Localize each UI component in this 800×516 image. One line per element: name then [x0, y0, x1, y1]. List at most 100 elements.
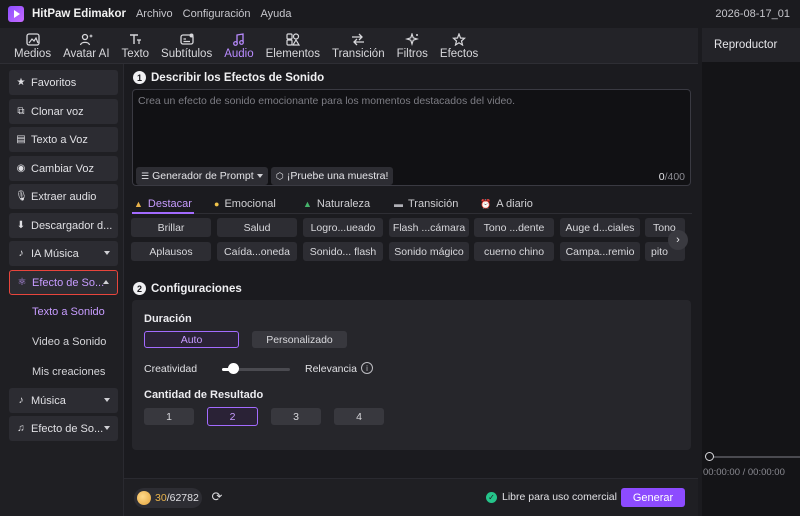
sound-chip[interactable]: Sonido... flash	[303, 242, 383, 261]
menu-ayuda[interactable]: Ayuda	[261, 8, 292, 20]
sidebar-item-texto-a-voz[interactable]: ▤ Texto a Voz	[9, 127, 118, 152]
tab-audio[interactable]: Audio	[218, 28, 259, 64]
player-progress-track[interactable]	[708, 456, 800, 458]
star-icon: ★	[16, 77, 26, 88]
subtitles-icon	[178, 33, 196, 47]
menu-configuracion[interactable]: Configuración	[183, 8, 251, 20]
category-tab-naturaleza[interactable]: ▲ Naturaleza	[303, 194, 370, 214]
description-textarea[interactable]: Crea un efecto de sonido emocionante par…	[132, 89, 691, 186]
slider-knob[interactable]	[228, 363, 239, 374]
sound-chip[interactable]: cuerno chino	[474, 242, 554, 261]
section-config-title: 2 Configuraciones	[133, 282, 242, 295]
sound-chip[interactable]: Salud	[217, 218, 297, 237]
app-name: HitPaw Edimakor	[32, 8, 126, 20]
change-voice-icon: ◉	[16, 163, 26, 174]
sidebar-subitem-video-a-sonido[interactable]: Video a Sonido	[32, 336, 106, 348]
sound-chip[interactable]: Campa...remio	[560, 242, 640, 261]
filters-icon	[403, 33, 421, 47]
audio-icon	[230, 33, 248, 47]
step-number-1: 1	[133, 71, 146, 84]
sound-chip[interactable]: Auge d...ciales	[560, 218, 640, 237]
sidebar-item-favoritos[interactable]: ★ Favoritos	[9, 70, 118, 95]
chevron-right-icon[interactable]: ›	[668, 230, 688, 250]
sidebar-item-efecto-de-sonido-2[interactable]: ♫ Efecto de So...	[9, 416, 118, 441]
result-count-4[interactable]: 4	[334, 408, 384, 425]
sidebar-subitem-texto-a-sonido[interactable]: Texto a Sonido	[32, 306, 105, 318]
nature-icon: ▲	[303, 199, 312, 209]
elements-icon	[284, 33, 302, 47]
tab-elementos[interactable]: Elementos	[260, 28, 326, 64]
info-icon[interactable]: i	[361, 362, 373, 374]
sound-chip[interactable]: Aplausos	[131, 242, 211, 261]
credits-total: /62782	[166, 492, 199, 504]
sound-chip[interactable]: Logro...ueado	[303, 218, 383, 237]
download-icon: ⬇	[16, 220, 26, 231]
tab-subtitulos[interactable]: Subtítulos	[155, 28, 218, 64]
section-describe-title: 1 Describir los Efectos de Sonido	[133, 71, 324, 84]
top-tabs: Medios Avatar AI Texto Subtítulos Audio …	[0, 28, 698, 64]
sound-chip[interactable]: Sonido mágico	[389, 242, 469, 261]
sidebar-item-clonar-voz[interactable]: ⧉ Clonar voz	[9, 99, 118, 124]
clone-voice-icon: ⧉	[17, 106, 25, 117]
sound-chip[interactable]: Brillar	[131, 218, 211, 237]
dice-icon: ⬡	[276, 170, 284, 181]
tab-efectos[interactable]: Efectos	[434, 28, 484, 64]
result-count-3[interactable]: 3	[271, 408, 321, 425]
description-placeholder: Crea un efecto de sonido emocionante par…	[138, 95, 516, 107]
category-tab-destacar[interactable]: ▲ Destacar	[134, 194, 192, 214]
duration-custom-button[interactable]: Personalizado	[252, 331, 347, 348]
result-count-1[interactable]: 1	[144, 408, 194, 425]
bottom-bar: 30 /62782 ⟳ ✓ Libre para uso comercial G…	[124, 478, 698, 516]
chevron-down-icon	[104, 426, 110, 430]
sidebar-item-musica[interactable]: ♪ Música	[9, 388, 118, 413]
sound-effect-icon: ⚛	[17, 277, 27, 288]
relevance-label: Relevancia	[305, 363, 357, 375]
audio-sidebar: ★ Favoritos ⧉ Clonar voz ▤ Texto a Voz ◉…	[0, 64, 124, 516]
sidebar-item-ia-musica[interactable]: ♪ IA Música	[9, 241, 118, 266]
tab-filtros[interactable]: Filtros	[391, 28, 434, 64]
player-progress-knob[interactable]	[705, 452, 714, 461]
free-commercial-label: ✓ Libre para uso comercial	[486, 491, 617, 503]
daily-icon: ⏰	[480, 198, 492, 209]
sidebar-item-extraer-audio[interactable]: 🎙︎ Extraer audio	[9, 184, 118, 209]
text-icon	[126, 33, 144, 47]
character-counter: 0/400	[658, 171, 685, 183]
tab-transicion[interactable]: Transición	[326, 28, 391, 64]
category-tab-emocional[interactable]: ● Emocional	[214, 194, 276, 214]
category-active-underline	[132, 212, 194, 214]
category-tab-transicion[interactable]: ▬ Transición	[394, 194, 458, 214]
chevron-down-icon	[256, 174, 263, 178]
config-panel: Duración Auto Personalizado Creatividad …	[132, 300, 691, 450]
project-datetime: 2026-08-17_01	[715, 8, 790, 20]
sound-chip[interactable]: Flash ...cámara	[389, 218, 469, 237]
tab-texto[interactable]: Texto	[116, 28, 156, 64]
sidebar-item-descargador[interactable]: ⬇ Descargador d...	[9, 213, 118, 238]
result-count-2[interactable]: 2	[207, 407, 258, 426]
sound-chip[interactable]: Caída...oneda	[217, 242, 297, 261]
transition-cat-icon: ▬	[394, 199, 403, 209]
tab-avatar-ai[interactable]: Avatar AI	[57, 28, 115, 64]
try-sample-button[interactable]: ⬡ ¡Pruebe una muestra!	[271, 167, 394, 185]
ai-music-icon: ♪	[18, 248, 24, 259]
step-number-2: 2	[133, 282, 146, 295]
refresh-icon[interactable]: ⟳	[209, 489, 225, 505]
category-tabs: ▲ Destacar ● Emocional ▲ Naturaleza ▬ Tr…	[132, 194, 692, 214]
generate-button[interactable]: Generar	[621, 488, 685, 507]
transition-icon	[349, 33, 367, 47]
category-tab-a-diario[interactable]: ⏰ A diario	[480, 194, 533, 214]
title-bar: HitPaw Edimakor Archivo Configuración Ay…	[0, 0, 800, 28]
sidebar-item-cambiar-voz[interactable]: ◉ Cambiar Voz	[9, 156, 118, 181]
sidebar-subitem-mis-creaciones[interactable]: Mis creaciones	[32, 366, 105, 378]
microphone-icon: 🎙︎	[15, 191, 28, 202]
sidebar-item-efecto-de-sonido[interactable]: ⚛ Efecto de So...	[9, 270, 118, 295]
player-title: Reproductor	[702, 28, 800, 62]
effects-icon	[450, 33, 468, 47]
tab-medios[interactable]: Medios	[8, 28, 57, 64]
player-panel: Reproductor	[702, 28, 800, 516]
prompt-generator-dropdown[interactable]: ☰ Generador de Prompt	[136, 167, 268, 185]
menu-archivo[interactable]: Archivo	[136, 8, 173, 20]
credits-badge: 30 /62782	[134, 488, 202, 508]
app-logo-icon	[8, 6, 24, 22]
duration-auto-button[interactable]: Auto	[144, 331, 239, 348]
sound-chip[interactable]: Tono ...dente	[474, 218, 554, 237]
